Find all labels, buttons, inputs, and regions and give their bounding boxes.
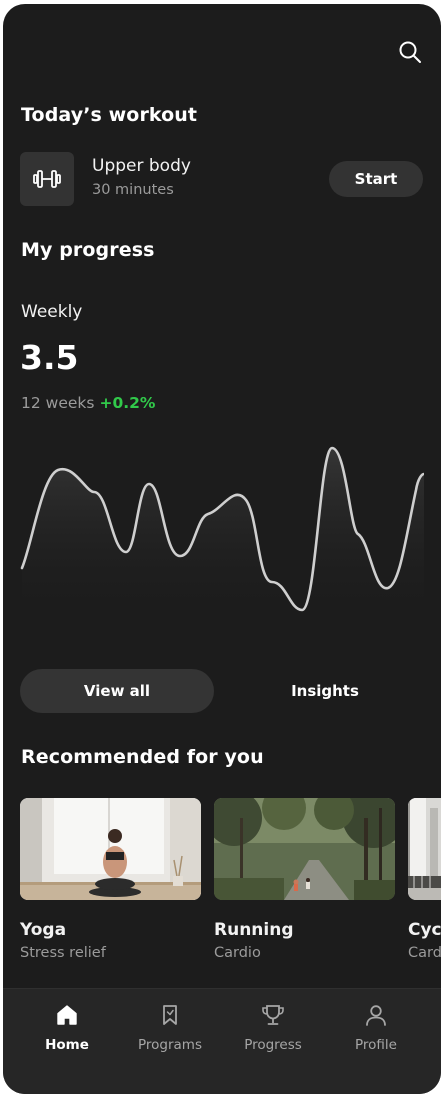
progress-summary: 12 weeks +0.2%	[21, 394, 155, 412]
recommended-card-yoga[interactable]: Yoga Stress relief	[20, 798, 201, 961]
workout-title: Upper body	[92, 156, 191, 176]
progress-value: 3.5	[20, 338, 79, 377]
tab-programs[interactable]: Programs	[120, 1003, 220, 1053]
search-icon	[399, 41, 421, 63]
progress-chart-area	[22, 448, 424, 624]
card-subtitle: Card	[408, 945, 441, 961]
tab-label: Progress	[244, 1037, 302, 1053]
tab-progress[interactable]: Progress	[223, 1003, 323, 1053]
card-title: Cyc	[408, 920, 441, 940]
card-subtitle: Stress relief	[20, 945, 106, 961]
yoga-image	[20, 798, 201, 900]
card-title: Running	[214, 920, 294, 940]
workout-duration: 30 minutes	[92, 182, 174, 198]
tab-home[interactable]: Home	[17, 1003, 117, 1053]
cycling-image	[408, 798, 441, 900]
running-image	[214, 798, 395, 900]
recommended-heading: Recommended for you	[21, 746, 264, 768]
user-icon	[366, 1005, 386, 1026]
recommended-card-running[interactable]: Running Cardio	[214, 798, 395, 961]
home-icon	[57, 1005, 77, 1025]
progress-chart	[20, 446, 424, 624]
tab-label: Home	[45, 1037, 89, 1053]
tab-label: Profile	[355, 1037, 397, 1053]
dumbbell-icon	[33, 170, 61, 188]
workout-thumbnail	[20, 152, 74, 206]
start-button[interactable]: Start	[329, 161, 423, 197]
insights-button[interactable]: Insights	[230, 669, 420, 713]
progress-period-label: Weekly	[21, 302, 83, 322]
tab-label: Programs	[138, 1037, 202, 1053]
trophy-icon	[262, 1005, 284, 1025]
card-title: Yoga	[20, 920, 67, 940]
view-all-button[interactable]: View all	[20, 669, 214, 713]
card-subtitle: Cardio	[214, 945, 261, 961]
bottom-tab-bar: Home Programs Progress Profile	[3, 988, 441, 1094]
my-progress-heading: My progress	[21, 239, 155, 261]
tab-profile[interactable]: Profile	[326, 1003, 426, 1053]
progress-range: 12 weeks	[21, 394, 95, 412]
recommended-card-cycling[interactable]: Cyc Card	[408, 798, 441, 961]
progress-change: +0.2%	[99, 394, 156, 412]
todays-workout-heading: Today’s workout	[21, 104, 198, 126]
bookmark-icon	[163, 1005, 177, 1025]
app-screen: Today’s workout Upper body 30 minutes St…	[3, 4, 441, 1094]
search-button[interactable]	[395, 37, 425, 67]
